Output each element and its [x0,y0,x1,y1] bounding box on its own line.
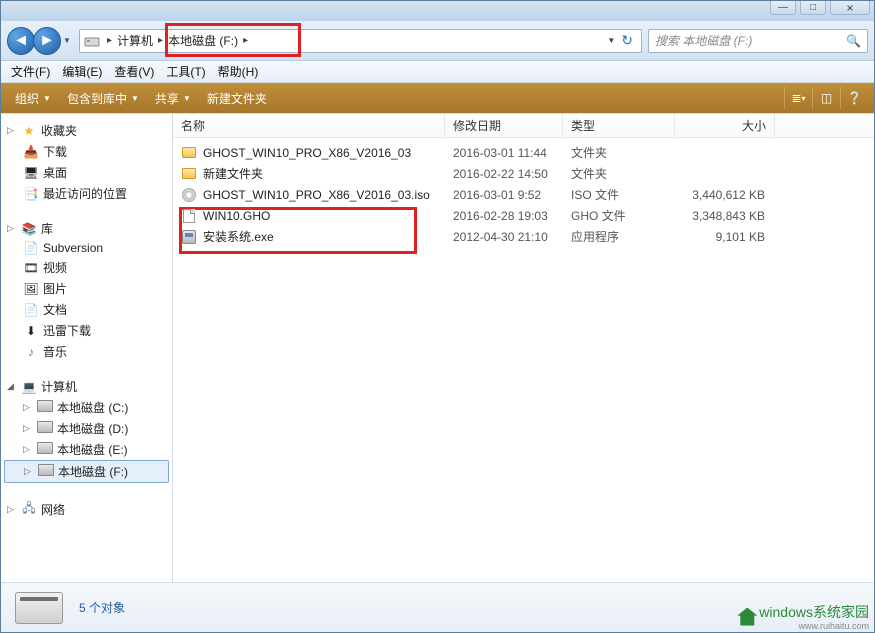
file-icon [181,208,197,224]
file-date: 2012-04-30 21:10 [445,230,563,244]
file-row[interactable]: GHOST_WIN10_PRO_X86_V2016_03 2016-03-01 1… [173,142,874,163]
file-row[interactable]: 安装系统.exe 2012-04-30 21:10应用程序9,101 KB [173,226,874,247]
include-button[interactable]: 包含到库中▼ [59,86,147,111]
menu-tools[interactable]: 工具(T) [160,61,211,82]
tree-network[interactable]: ▷🖧网络 [1,497,172,522]
tree-videos[interactable]: 🎞视频 [1,257,172,278]
preview-pane-button[interactable]: ◫ [812,87,840,109]
new-folder-button[interactable]: 新建文件夹 [199,86,275,111]
file-icon [181,166,197,182]
watermark-text: windows系统家园 [759,604,869,620]
file-name: 安装系统.exe [203,228,274,245]
content-area: ▷★收藏夹 📥下载 🖥桌面 📑最近访问的位置 ▷📚库 📄Subversion 🎞… [1,113,874,582]
breadcrumb-computer[interactable]: 计算机 [115,30,155,52]
nav-tree: ▷★收藏夹 📥下载 🖥桌面 📑最近访问的位置 ▷📚库 📄Subversion 🎞… [1,114,173,582]
tree-documents[interactable]: 📄文档 [1,299,172,320]
close-button[interactable]: × [830,1,870,15]
menu-bar: 文件(F) 编辑(E) 查看(V) 工具(T) 帮助(H) [1,61,874,83]
file-size: 3,440,612 KB [675,188,775,202]
breadcrumb-drive[interactable]: 本地磁盘 (F:) [166,30,240,52]
file-date: 2016-02-22 14:50 [445,167,563,181]
view-options-button[interactable]: ≣ ▾ [784,87,812,109]
tree-drive-f[interactable]: ▷本地磁盘 (F:) [4,460,169,483]
col-name[interactable]: 名称 [173,114,445,137]
chevron-right-icon: ▸ [155,35,166,46]
col-type[interactable]: 类型 [563,114,675,137]
tree-pictures[interactable]: 🖼图片 [1,278,172,299]
breadcrumb[interactable]: ▸ 计算机 ▸ 本地磁盘 (F:) ▸ ▼ ↻ [79,29,642,53]
menu-help[interactable]: 帮助(H) [212,61,265,82]
explorer-window: — □ × ◄ ► ▼ ▸ 计算机 ▸ 本地磁盘 (F:) ▸ ▼ ↻ 搜索 本… [0,0,875,633]
file-date: 2016-02-28 19:03 [445,209,563,223]
status-count: 5 个对象 [79,599,125,616]
col-date[interactable]: 修改日期 [445,114,563,137]
file-icon [181,187,197,203]
file-name: GHOST_WIN10_PRO_X86_V2016_03.iso [203,188,430,202]
file-row[interactable]: GHOST_WIN10_PRO_X86_V2016_03.iso 2016-03-… [173,184,874,205]
tree-recent[interactable]: 📑最近访问的位置 [1,183,172,204]
chevron-right-icon: ▸ [240,35,251,46]
maximize-button[interactable]: □ [800,1,826,15]
file-type: GHO 文件 [563,207,675,224]
back-button[interactable]: ◄ [7,27,35,55]
titlebar: — □ × [1,1,874,21]
drive-icon [84,33,100,49]
file-name: 新建文件夹 [203,165,263,182]
tree-drive-d[interactable]: ▷本地磁盘 (D:) [1,418,172,439]
file-name: GHOST_WIN10_PRO_X86_V2016_03 [203,146,411,160]
house-icon [737,608,757,626]
minimize-button[interactable]: — [770,1,796,15]
search-icon: 🔍 [846,34,861,48]
tree-drive-e[interactable]: ▷本地磁盘 (E:) [1,439,172,460]
tree-computer[interactable]: ◢💻计算机 [1,376,172,397]
share-button[interactable]: 共享▼ [147,86,199,111]
tree-music[interactable]: ♪音乐 [1,341,172,362]
tree-favorites[interactable]: ▷★收藏夹 [1,120,172,141]
col-size[interactable]: 大小 [675,114,775,137]
file-date: 2016-03-01 11:44 [445,146,563,160]
menu-view[interactable]: 查看(V) [108,61,160,82]
tree-downloads[interactable]: 📥下载 [1,141,172,162]
file-type: 文件夹 [563,165,675,182]
nav-bar: ◄ ► ▼ ▸ 计算机 ▸ 本地磁盘 (F:) ▸ ▼ ↻ 搜索 本地磁盘 (F… [1,21,874,61]
tree-drive-c[interactable]: ▷本地磁盘 (C:) [1,397,172,418]
file-type: 应用程序 [563,228,675,245]
forward-button[interactable]: ► [33,27,61,55]
file-list-pane: 名称 修改日期 类型 大小 GHOST_WIN10_PRO_X86_V2016_… [173,114,874,582]
file-size: 9,101 KB [675,230,775,244]
search-placeholder: 搜索 本地磁盘 (F:) [655,32,752,49]
file-type: ISO 文件 [563,186,675,203]
command-bar: 组织▼ 包含到库中▼ 共享▼ 新建文件夹 ≣ ▾ ◫ ❔ [1,83,874,113]
file-type: 文件夹 [563,144,675,161]
file-icon [181,229,197,245]
refresh-icon[interactable]: ↻ [621,32,633,49]
organize-button[interactable]: 组织▼ [7,86,59,111]
tree-subversion[interactable]: 📄Subversion [1,239,172,257]
column-headers: 名称 修改日期 类型 大小 [173,114,874,138]
file-date: 2016-03-01 9:52 [445,188,563,202]
drive-large-icon [15,592,63,624]
tree-desktop[interactable]: 🖥桌面 [1,162,172,183]
breadcrumb-dropdown-icon[interactable]: ▼ [607,36,615,45]
file-icon [181,145,197,161]
chevron-right-icon: ▸ [104,35,115,46]
search-input[interactable]: 搜索 本地磁盘 (F:) 🔍 [648,29,868,53]
file-row[interactable]: WIN10.GHO 2016-02-28 19:03GHO 文件3,348,843… [173,205,874,226]
watermark: windows系统家园 www.ruihaitu.com [737,602,869,631]
help-icon[interactable]: ❔ [840,87,868,109]
file-name: WIN10.GHO [203,209,270,223]
history-dropdown[interactable]: ▼ [61,27,73,55]
watermark-sub: www.ruihaitu.com [759,622,869,631]
file-size: 3,348,843 KB [675,209,775,223]
tree-libraries[interactable]: ▷📚库 [1,218,172,239]
menu-file[interactable]: 文件(F) [5,61,56,82]
tree-xunlei[interactable]: ⬇迅雷下载 [1,320,172,341]
menu-edit[interactable]: 编辑(E) [56,61,108,82]
file-rows: GHOST_WIN10_PRO_X86_V2016_03 2016-03-01 1… [173,138,874,582]
file-row[interactable]: 新建文件夹 2016-02-22 14:50文件夹 [173,163,874,184]
